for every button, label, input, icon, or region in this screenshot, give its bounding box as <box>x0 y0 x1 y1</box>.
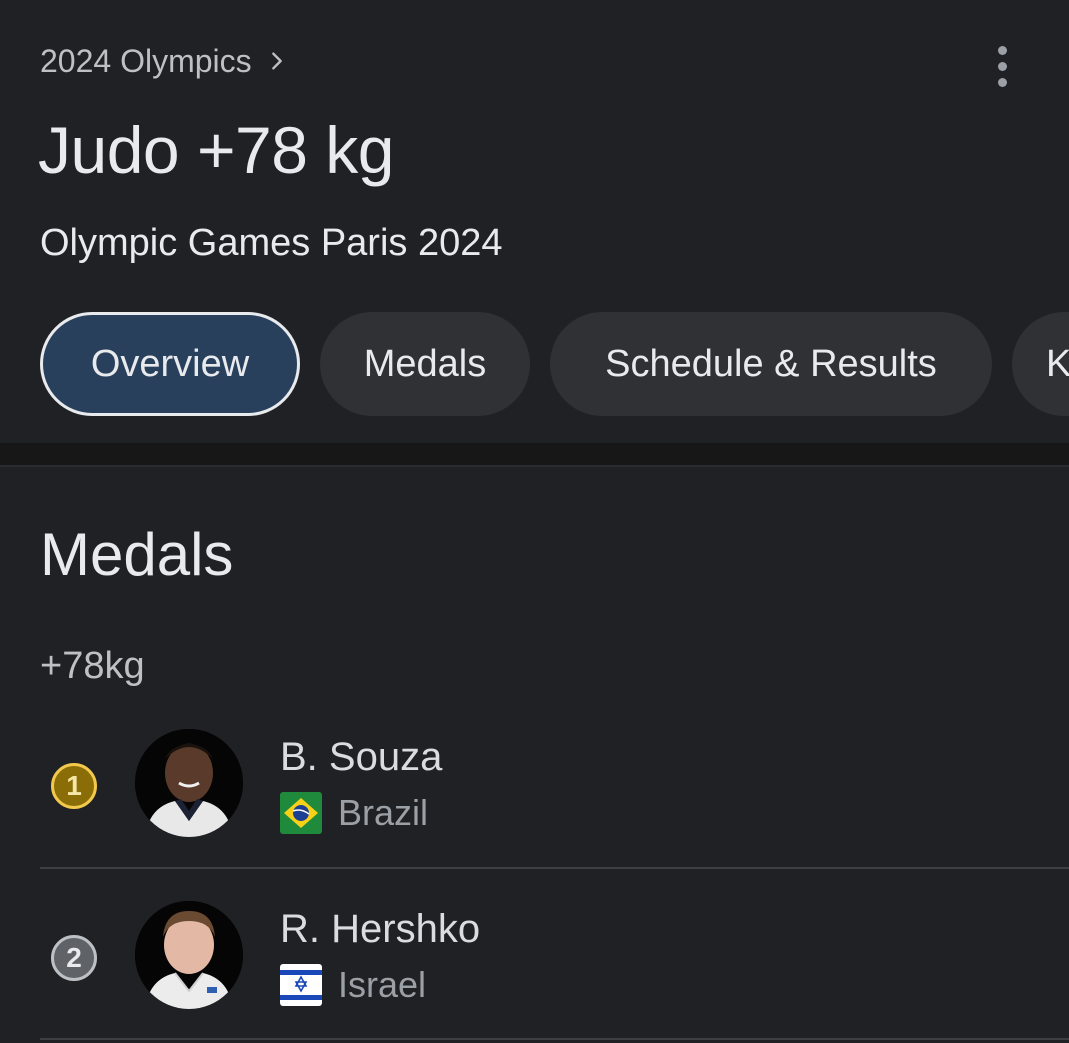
row-divider <box>40 867 1069 869</box>
athlete-avatar <box>135 729 243 837</box>
country-name: Brazil <box>338 792 429 833</box>
separator-line <box>0 465 1069 467</box>
athlete-avatar <box>135 901 243 1009</box>
medals-section-title: Medals <box>40 521 234 588</box>
event-header: 2024 Olympics Judo +78 kg Olympic Games … <box>0 0 1069 443</box>
tab-medals[interactable]: Medals <box>320 312 530 416</box>
medal-row[interactable]: 1 B. Souza Brazil <box>40 725 1069 865</box>
page-subtitle: Olympic Games Paris 2024 <box>40 222 503 264</box>
medal-row[interactable]: 2 R. Hershko Israel <box>40 897 1069 1037</box>
brazil-flag-icon <box>280 792 322 834</box>
weight-category-label: +78kg <box>40 645 145 687</box>
tab-overview[interactable]: Overview <box>40 312 300 416</box>
tab-bar: Overview Medals Schedule & Results K <box>40 312 1069 420</box>
athlete-country: Brazil <box>280 791 428 835</box>
israel-flag-icon <box>280 964 322 1006</box>
tab-schedule-results[interactable]: Schedule & Results <box>550 312 992 416</box>
country-name: Israel <box>338 964 427 1005</box>
section-separator <box>0 443 1069 465</box>
more-options-icon[interactable] <box>982 40 1022 92</box>
silver-medal-icon: 2 <box>51 935 97 981</box>
chevron-right-icon <box>271 52 282 70</box>
breadcrumb[interactable]: 2024 Olympics <box>40 40 288 82</box>
breadcrumb-label: 2024 Olympics <box>40 42 252 79</box>
athlete-country: Israel <box>280 963 426 1007</box>
sport-event-page: 2024 Olympics Judo +78 kg Olympic Games … <box>0 0 1069 1043</box>
tab-partial[interactable]: K <box>1012 312 1069 416</box>
athlete-name: R. Hershko <box>280 907 481 951</box>
gold-medal-icon: 1 <box>51 763 97 809</box>
row-divider <box>40 1038 1069 1040</box>
page-title: Judo +78 kg <box>38 113 394 187</box>
athlete-name: B. Souza <box>280 735 443 779</box>
